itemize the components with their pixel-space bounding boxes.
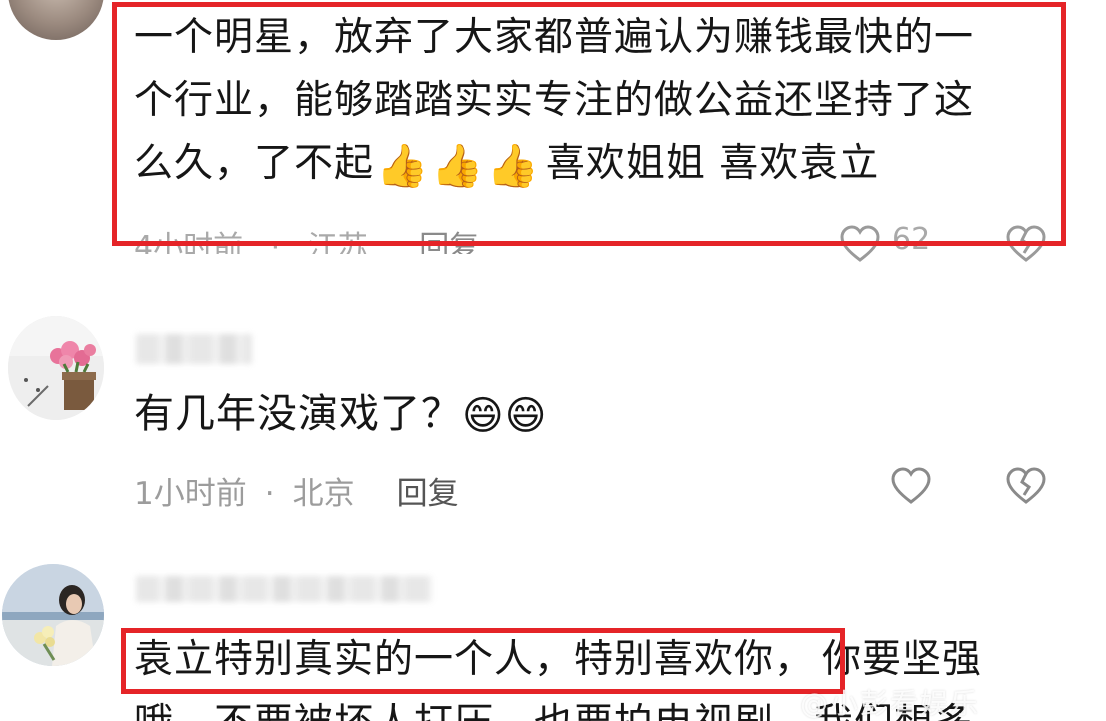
username-blurred[interactable] — [136, 576, 432, 602]
reply-button[interactable]: 回复 — [397, 476, 459, 512]
comment-feed: 一个明星，放弃了大家都普遍认为赚钱最快的一 个行业，能够踏踏实实专注的做公益还坚… — [0, 0, 1106, 721]
girl-with-flowers-image — [2, 564, 104, 666]
grinning-face-icon: 😄 — [504, 393, 548, 439]
dislike-button[interactable] — [1004, 464, 1048, 508]
comment-meta: 1小时前 · 北京 回复 — [134, 468, 459, 513]
watermark: @小彭看娱乐 — [800, 687, 981, 720]
avatar[interactable] — [8, 316, 104, 420]
avatar[interactable] — [8, 0, 104, 40]
highlight-box — [121, 628, 845, 694]
meta-separator: · — [264, 476, 275, 512]
avatar[interactable] — [2, 564, 104, 666]
comment-text: 有几年没演戏了？😄😄 — [134, 384, 547, 446]
highlight-box — [112, 2, 1066, 246]
comment-text-segment: 你要坚强 — [822, 637, 983, 682]
comment-text-segment: 有几年没演戏了？ — [134, 391, 462, 437]
broken-heart-icon — [1006, 467, 1046, 504]
heart-outline-icon — [891, 467, 931, 504]
grinning-face-icon: 😄 — [462, 393, 505, 439]
flower-pot-image — [8, 316, 104, 420]
like-button[interactable] — [889, 464, 933, 508]
comment-time: 1小时前 — [134, 476, 247, 512]
username-blurred[interactable] — [136, 334, 252, 364]
comment-location: 北京 — [292, 476, 355, 512]
